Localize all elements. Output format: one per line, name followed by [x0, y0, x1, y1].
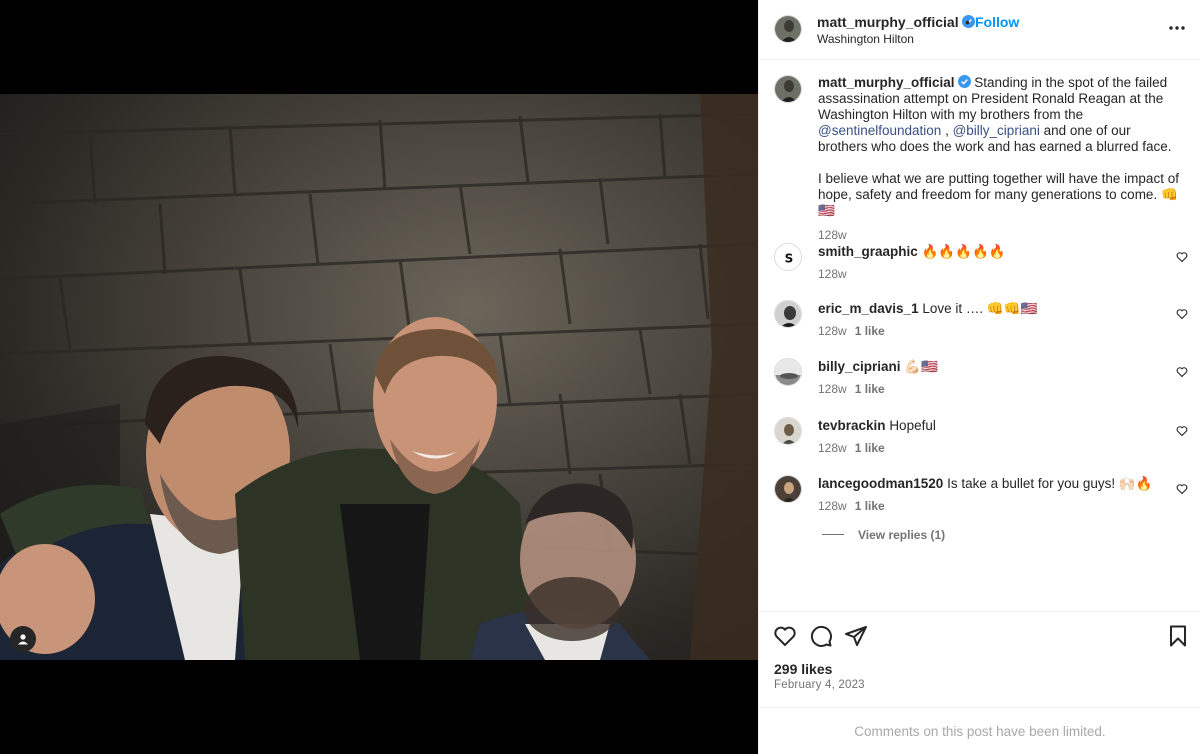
mention-link[interactable]: @billy_cipriani [953, 123, 1040, 138]
author-avatar[interactable] [774, 15, 802, 43]
comment-meta: 128w [818, 267, 847, 281]
avatar-image [775, 16, 801, 42]
commenter-username[interactable]: tevbrackin [818, 418, 886, 433]
like-comment-heart-icon[interactable] [1176, 251, 1188, 263]
avatar-image [775, 418, 801, 444]
comment-likes[interactable]: 1 like [855, 499, 885, 513]
comment-body: Hopeful [889, 418, 936, 433]
comment-text: tevbrackin Hopeful [818, 417, 1158, 435]
commenter-avatar[interactable] [774, 417, 802, 445]
like-comment-heart-icon[interactable] [1176, 366, 1188, 378]
post-details-panel: matt_murphy_official • Follow Washington… [758, 0, 1200, 754]
view-replies-label[interactable]: View replies (1) [858, 528, 945, 542]
caption-username[interactable]: matt_murphy_official [818, 75, 955, 90]
caption-comma: , [945, 123, 949, 138]
caption-avatar[interactable] [774, 75, 802, 103]
avatar-image [775, 76, 801, 102]
comment-age[interactable]: 128w [818, 324, 847, 338]
comment-meta: 128w 1 like [818, 382, 885, 396]
post-photo [0, 94, 758, 660]
author-username[interactable]: matt_murphy_official [817, 14, 975, 30]
view-replies-button[interactable]: View replies (1) [822, 528, 945, 542]
comments-limited-notice: Comments on this post have been limited. [759, 707, 1200, 754]
post-media[interactable] [0, 0, 758, 754]
likes-count[interactable]: 299 likes [774, 661, 832, 677]
comment-likes[interactable]: 1 like [855, 324, 885, 338]
comment-age[interactable]: 128w [818, 441, 847, 455]
comment-likes[interactable]: 1 like [855, 441, 885, 455]
tagged-users-button[interactable] [10, 626, 36, 652]
like-comment-heart-icon[interactable] [1176, 308, 1188, 320]
commenter-username[interactable]: lancegoodman1520 [818, 476, 943, 491]
comment-meta: 128w 1 like [818, 441, 885, 455]
post-date[interactable]: February 4, 2023 [774, 679, 865, 691]
avatar-image [775, 359, 801, 385]
commenter-username[interactable]: eric_m_davis_1 [818, 301, 919, 316]
post-caption: matt_murphy_official Standing in the spo… [818, 75, 1180, 243]
comment-meta: 128w 1 like [818, 324, 885, 338]
commenter-avatar[interactable] [774, 300, 802, 328]
svg-text:S: S [785, 252, 794, 266]
avatar-image: S [775, 244, 801, 270]
comment-body: Is take a bullet for you guys! 🙌🏻🔥 [947, 476, 1153, 491]
comments-list[interactable]: matt_murphy_official Standing in the spo… [759, 61, 1200, 611]
post-location[interactable]: Washington Hilton [817, 32, 914, 46]
comment-body: 🔥🔥🔥🔥🔥 [921, 244, 1006, 259]
comment-text: smith_graaphic 🔥🔥🔥🔥🔥 [818, 243, 1158, 261]
avatar-image [775, 476, 801, 502]
commenter-username[interactable]: billy_cipriani [818, 359, 901, 374]
comment-likes[interactable]: 1 like [855, 382, 885, 396]
post-actions-bar [759, 611, 1200, 659]
caption-age[interactable]: 128w [818, 227, 1180, 243]
post-header: matt_murphy_official • Follow Washington… [759, 0, 1200, 60]
commenter-avatar[interactable] [774, 475, 802, 503]
comment-text: billy_cipriani 💪🏻🇺🇸 [818, 358, 1158, 376]
mention-link[interactable]: @sentinelfoundation [818, 123, 941, 138]
commenter-avatar[interactable] [774, 358, 802, 386]
comment-icon[interactable] [809, 624, 833, 648]
avatar-image [775, 301, 801, 327]
person-icon [18, 634, 28, 645]
comment-text: lancegoodman1520 Is take a bullet for yo… [818, 475, 1158, 493]
comment-age[interactable]: 128w [818, 499, 847, 513]
photo-illustration [0, 94, 758, 660]
like-comment-heart-icon[interactable] [1176, 483, 1188, 495]
header-separator: • [965, 14, 970, 30]
verified-badge-icon [957, 75, 971, 88]
like-comment-heart-icon[interactable] [1176, 425, 1188, 437]
replies-divider [822, 534, 844, 535]
more-horizontal-icon[interactable] [1167, 18, 1187, 38]
comment-text: eric_m_davis_1 Love it …. 👊👊🇺🇸 [818, 300, 1158, 318]
caption-text-3: I believe what we are putting together w… [818, 171, 1179, 218]
comment-age[interactable]: 128w [818, 267, 847, 281]
comment-meta: 128w 1 like [818, 499, 885, 513]
bookmark-save-icon[interactable] [1166, 624, 1190, 648]
comment-age[interactable]: 128w [818, 382, 847, 396]
commenter-username[interactable]: smith_graaphic [818, 244, 918, 259]
author-username-text[interactable]: matt_murphy_official [817, 14, 959, 30]
follow-button[interactable]: Follow [975, 14, 1019, 30]
comment-body: 💪🏻🇺🇸 [904, 359, 938, 374]
commenter-avatar[interactable]: S [774, 243, 802, 271]
like-heart-icon[interactable] [773, 624, 797, 648]
comment-body: Love it …. 👊👊🇺🇸 [922, 301, 1038, 316]
share-send-icon[interactable] [844, 624, 868, 648]
